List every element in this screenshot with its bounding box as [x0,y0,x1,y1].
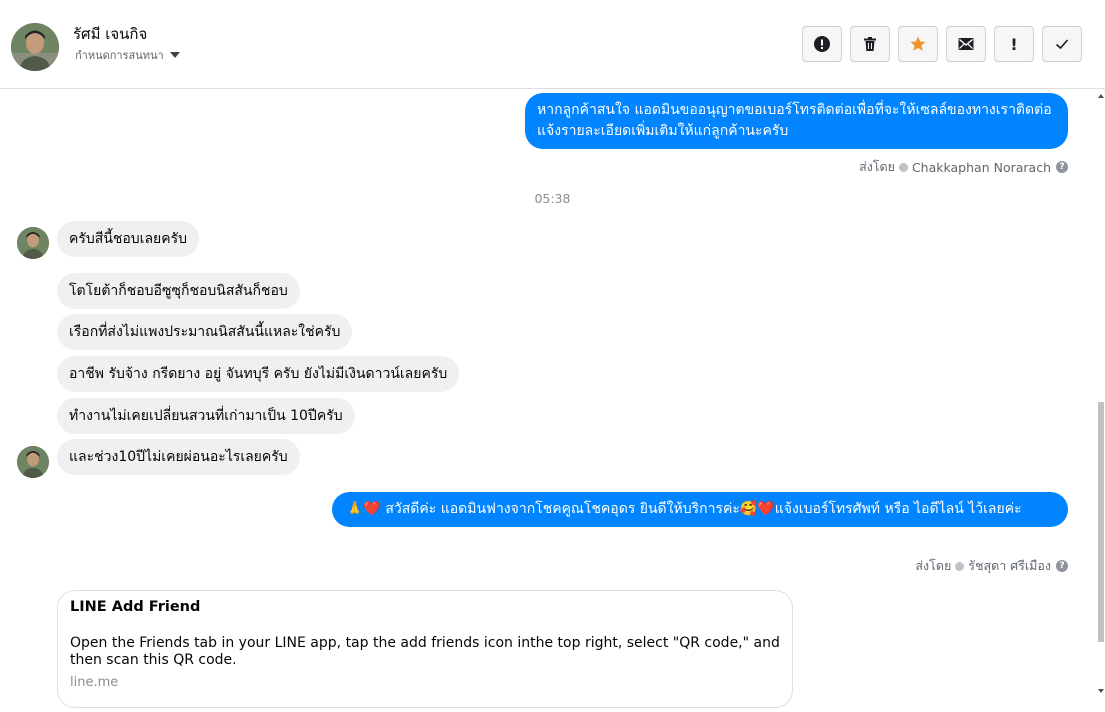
conversation-header: รัศมี เจนกิจ กำหนดการสนทนา ! [0,0,1105,89]
alert-circle-icon [814,36,830,52]
exclamation-icon: ! [1010,34,1018,54]
contact-avatar-small[interactable] [17,227,49,259]
message-text: และช่วง10ปีไม่เคยผ่อนอะไรเลยครับ [69,449,288,465]
sent-by-label: ส่งโดย [859,159,895,174]
incoming-message[interactable]: โตโยต้าก็ชอบอีซูซุก็ชอบนิสสันก็ชอบ [57,273,300,309]
spam-button[interactable] [802,26,842,62]
link-preview-card[interactable]: LINE Add Friend Open the Friends tab in … [57,590,793,708]
scrollbar[interactable] [1097,89,1105,701]
contact-avatar-small[interactable] [17,446,49,478]
scroll-up-arrow-icon[interactable] [1098,94,1104,98]
mark-done-button[interactable] [1042,26,1082,62]
message-text: เรือกที่ส่งไม่แพงประมาณนิสสันนี้แหละใช่ค… [69,324,341,340]
help-icon[interactable]: ? [1056,161,1068,173]
delete-button[interactable] [850,26,890,62]
link-card-title: LINE Add Friend [70,599,201,615]
checkmark-icon [1055,39,1069,50]
sender-name[interactable]: รัชสุดา ศรีเมือง [968,556,1051,576]
message-text: โตโยต้าก็ชอบอีซูซุก็ชอบนิสสันก็ชอบ [69,283,288,299]
incoming-message[interactable]: เรือกที่ส่งไม่แพงประมาณนิสสันนี้แหละใช่ค… [57,314,353,350]
conversation-settings-label: กำหนดการสนทนา [75,49,164,62]
help-icon[interactable]: ? [1056,560,1068,572]
message-text: สวัสดีค่ะ แอดมินฟางจากโชคคูณโชคอุดร ยินด… [385,501,1022,517]
incoming-message[interactable]: อาชีพ รับจ้าง กรีดยาง อยู่ จันทบุรี ครับ… [57,356,460,392]
trash-icon [864,37,876,51]
star-button[interactable] [898,26,938,62]
outgoing-message[interactable]: หากลูกค้าสนใจ แอดมินขออนุญาตขอเบอร์โทรติ… [525,93,1068,149]
envelope-icon [958,38,974,50]
link-card-domain: line.me [70,675,119,690]
caret-down-icon [169,52,180,58]
sent-by-label: ส่งโดย [915,558,952,573]
prefix-emoji: 🙏❤️ [346,501,381,517]
conversation-settings-dropdown[interactable]: กำหนดการสนทนา [75,46,180,64]
mark-unread-button[interactable] [946,26,986,62]
incoming-message[interactable]: ครับสีนี้ชอบเลยครับ [57,221,200,257]
message-text: ทำงานไม่เคยเปลี่ยนสวนที่เก่ามาเป็น 10ปีค… [69,408,343,424]
link-card-description: Open the Friends tab in your LINE app, t… [70,635,780,668]
message-text: ครับสีนี้ชอบเลยครับ [69,231,188,247]
scroll-down-arrow-icon[interactable] [1098,689,1104,693]
contact-avatar[interactable] [11,23,59,71]
sent-by-line: ส่งโดย รัชสุดา ศรีเมือง ? [915,556,1068,576]
message-text: อาชีพ รับจ้าง กรีดยาง อยู่ จันทบุรี ครับ… [69,366,448,382]
contact-name[interactable]: รัศมี เจนกิจ [73,22,147,46]
time-divider: 05:38 [534,191,571,206]
sender-name[interactable]: Chakkaphan Norarach [912,160,1051,175]
sent-by-line: ส่งโดย Chakkaphan Norarach ? [859,157,1068,177]
outgoing-message[interactable]: 🙏❤️ สวัสดีค่ะ แอดมินฟางจากโชคคูณโชคอุดร … [332,492,1068,527]
priority-button[interactable]: ! [994,26,1034,62]
check-circle-icon [898,162,908,172]
scrollbar-thumb[interactable] [1098,402,1104,642]
check-circle-icon [955,561,965,571]
incoming-message[interactable]: ทำงานไม่เคยเปลี่ยนสวนที่เก่ามาเป็น 10ปีค… [57,398,355,434]
message-text: หากลูกค้าสนใจ แอดมินขออนุญาตขอเบอร์โทรติ… [537,102,1052,139]
incoming-message[interactable]: และช่วง10ปีไม่เคยผ่อนอะไรเลยครับ [57,439,300,475]
star-icon [910,36,926,51]
